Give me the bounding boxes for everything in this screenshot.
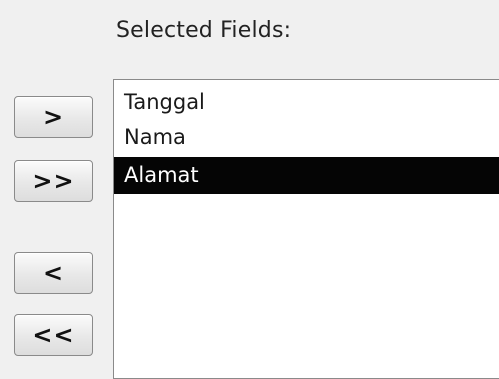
add-all-fields-button[interactable]: >> xyxy=(14,160,93,202)
selected-fields-list[interactable]: Tanggal Nama Alamat xyxy=(113,79,499,379)
remove-field-button[interactable]: < xyxy=(14,252,93,294)
add-field-button[interactable]: > xyxy=(14,96,93,138)
remove-all-fields-button[interactable]: << xyxy=(14,314,93,356)
list-item-selected[interactable]: Alamat xyxy=(114,157,499,194)
list-item[interactable]: Nama xyxy=(114,119,499,156)
field-selector-panel: Selected Fields: > >> < << Tanggal Nama … xyxy=(0,0,499,379)
selected-fields-label: Selected Fields: xyxy=(116,18,292,43)
list-item[interactable]: Tanggal xyxy=(114,84,499,121)
